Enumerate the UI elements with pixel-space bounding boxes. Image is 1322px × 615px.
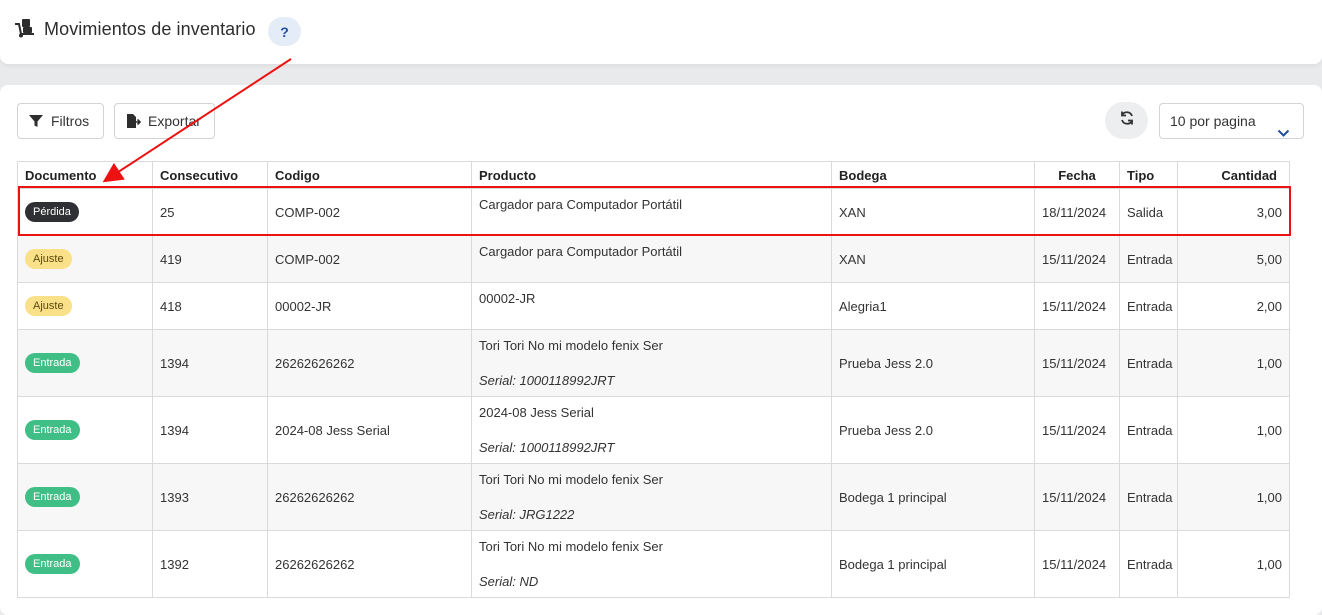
fecha-cell: 15/11/2024: [1034, 396, 1120, 464]
table-row[interactable]: Ajuste 418 00002-JR 00002-JR Alegria1 15…: [17, 282, 1290, 330]
column-header-codigo[interactable]: Codigo: [267, 161, 472, 189]
producto-cell: Cargador para Computador Portátil: [471, 188, 832, 236]
codigo-cell: 26262626262: [267, 530, 472, 598]
column-header-producto[interactable]: Producto: [471, 161, 832, 189]
document-badge: Entrada: [25, 420, 80, 440]
refresh-icon: [1119, 110, 1135, 131]
codigo-cell: 00002-JR: [267, 282, 472, 330]
truck-dolly-icon: [13, 18, 37, 38]
fecha-cell: 15/11/2024: [1034, 463, 1120, 531]
product-name: 2024-08 Jess Serial: [479, 405, 594, 420]
page-header: Movimientos de inventario ?: [0, 0, 1322, 64]
cantidad-cell: 2,00: [1177, 282, 1290, 330]
product-name: 00002-JR: [479, 291, 536, 306]
fecha-cell: 15/11/2024: [1034, 282, 1120, 330]
product-name: Cargador para Computador Portátil: [479, 197, 683, 212]
document-badge: Pérdida: [25, 202, 79, 222]
cantidad-cell: 3,00: [1177, 188, 1290, 236]
export-label: Exportar: [148, 113, 201, 129]
tipo-cell: Entrada: [1119, 530, 1178, 598]
page-title: Movimientos de inventario: [44, 19, 256, 39]
consecutivo-cell: 1392: [152, 530, 268, 598]
export-button[interactable]: Exportar: [114, 103, 215, 139]
product-serial: Serial: 1000118992JRT: [479, 373, 615, 388]
column-header-consecutivo[interactable]: Consecutivo: [152, 161, 268, 189]
refresh-button[interactable]: [1105, 102, 1148, 139]
column-header-fecha[interactable]: Fecha: [1034, 161, 1120, 189]
product-name: Tori Tori No mi modelo fenix Ser: [479, 539, 663, 554]
product-serial: Serial: JRG1222: [479, 507, 575, 522]
tipo-cell: Entrada: [1119, 329, 1178, 397]
tipo-cell: Salida: [1119, 188, 1178, 236]
table-row[interactable]: Entrada 1393 26262626262 Tori Tori No mi…: [17, 463, 1290, 531]
bodega-cell: Bodega 1 principal: [831, 463, 1035, 531]
document-badge: Entrada: [25, 487, 80, 507]
filters-label: Filtros: [51, 113, 90, 129]
fecha-cell: 15/11/2024: [1034, 235, 1120, 283]
bodega-cell: Bodega 1 principal: [831, 530, 1035, 598]
column-header-cantidad[interactable]: Cantidad: [1177, 161, 1290, 189]
table-row[interactable]: Entrada 1392 26262626262 Tori Tori No mi…: [17, 530, 1290, 598]
file-export-icon: [125, 113, 142, 129]
producto-cell: Tori Tori No mi modelo fenix Ser Serial:…: [471, 463, 832, 531]
codigo-cell: 26262626262: [267, 329, 472, 397]
document-badge: Entrada: [25, 353, 80, 373]
consecutivo-cell: 419: [152, 235, 268, 283]
table-row[interactable]: Ajuste 419 COMP-002 Cargador para Comput…: [17, 235, 1290, 283]
fecha-cell: 15/11/2024: [1034, 329, 1120, 397]
tipo-cell: Entrada: [1119, 396, 1178, 464]
cantidad-cell: 1,00: [1177, 329, 1290, 397]
product-serial: Serial: 1000118992JRT: [479, 440, 615, 455]
chevron-down-icon: [1277, 116, 1290, 137]
bodega-cell: XAN: [831, 235, 1035, 283]
producto-cell: 2024-08 Jess Serial Serial: 1000118992JR…: [471, 396, 832, 464]
bodega-cell: Prueba Jess 2.0: [831, 396, 1035, 464]
consecutivo-cell: 1393: [152, 463, 268, 531]
consecutivo-cell: 25: [152, 188, 268, 236]
consecutivo-cell: 1394: [152, 329, 268, 397]
table-row[interactable]: Entrada 1394 2024-08 Jess Serial 2024-08…: [17, 396, 1290, 464]
bodega-cell: Prueba Jess 2.0: [831, 329, 1035, 397]
tipo-cell: Entrada: [1119, 463, 1178, 531]
codigo-cell: 26262626262: [267, 463, 472, 531]
product-name: Tori Tori No mi modelo fenix Ser: [479, 338, 663, 353]
producto-cell: Tori Tori No mi modelo fenix Ser Serial:…: [471, 329, 832, 397]
document-badge: Entrada: [25, 554, 80, 574]
producto-cell: Tori Tori No mi modelo fenix Ser Serial:…: [471, 530, 832, 598]
fecha-cell: 18/11/2024: [1034, 188, 1120, 236]
tipo-cell: Entrada: [1119, 235, 1178, 283]
per-page-value: 10 por pagina: [1170, 113, 1256, 129]
table-row[interactable]: Pérdida 25 COMP-002 Cargador para Comput…: [17, 188, 1290, 236]
cantidad-cell: 1,00: [1177, 463, 1290, 531]
column-header-documento[interactable]: Documento: [17, 161, 153, 189]
codigo-cell: COMP-002: [267, 235, 472, 283]
per-page-select[interactable]: 10 por pagina: [1159, 103, 1304, 139]
help-button[interactable]: ?: [268, 17, 301, 46]
product-name: Cargador para Computador Portátil: [479, 244, 683, 259]
producto-cell: 00002-JR: [471, 282, 832, 330]
bodega-cell: Alegria1: [831, 282, 1035, 330]
codigo-cell: 2024-08 Jess Serial: [267, 396, 472, 464]
inventory-movements-table: Documento Consecutivo Codigo Producto Bo…: [17, 161, 1290, 598]
document-badge: Ajuste: [25, 249, 72, 269]
filters-button[interactable]: Filtros: [17, 103, 104, 139]
column-header-tipo[interactable]: Tipo: [1119, 161, 1178, 189]
column-header-bodega[interactable]: Bodega: [831, 161, 1035, 189]
cantidad-cell: 5,00: [1177, 235, 1290, 283]
document-badge: Ajuste: [25, 296, 72, 316]
table-header-row: Documento Consecutivo Codigo Producto Bo…: [17, 161, 1290, 189]
filter-icon: [28, 113, 44, 129]
table-row[interactable]: Entrada 1394 26262626262 Tori Tori No mi…: [17, 329, 1290, 397]
product-serial: Serial: ND: [479, 574, 539, 589]
tipo-cell: Entrada: [1119, 282, 1178, 330]
cantidad-cell: 1,00: [1177, 396, 1290, 464]
consecutivo-cell: 1394: [152, 396, 268, 464]
cantidad-cell: 1,00: [1177, 530, 1290, 598]
fecha-cell: 15/11/2024: [1034, 530, 1120, 598]
consecutivo-cell: 418: [152, 282, 268, 330]
bodega-cell: XAN: [831, 188, 1035, 236]
codigo-cell: COMP-002: [267, 188, 472, 236]
producto-cell: Cargador para Computador Portátil: [471, 235, 832, 283]
product-name: Tori Tori No mi modelo fenix Ser: [479, 472, 663, 487]
